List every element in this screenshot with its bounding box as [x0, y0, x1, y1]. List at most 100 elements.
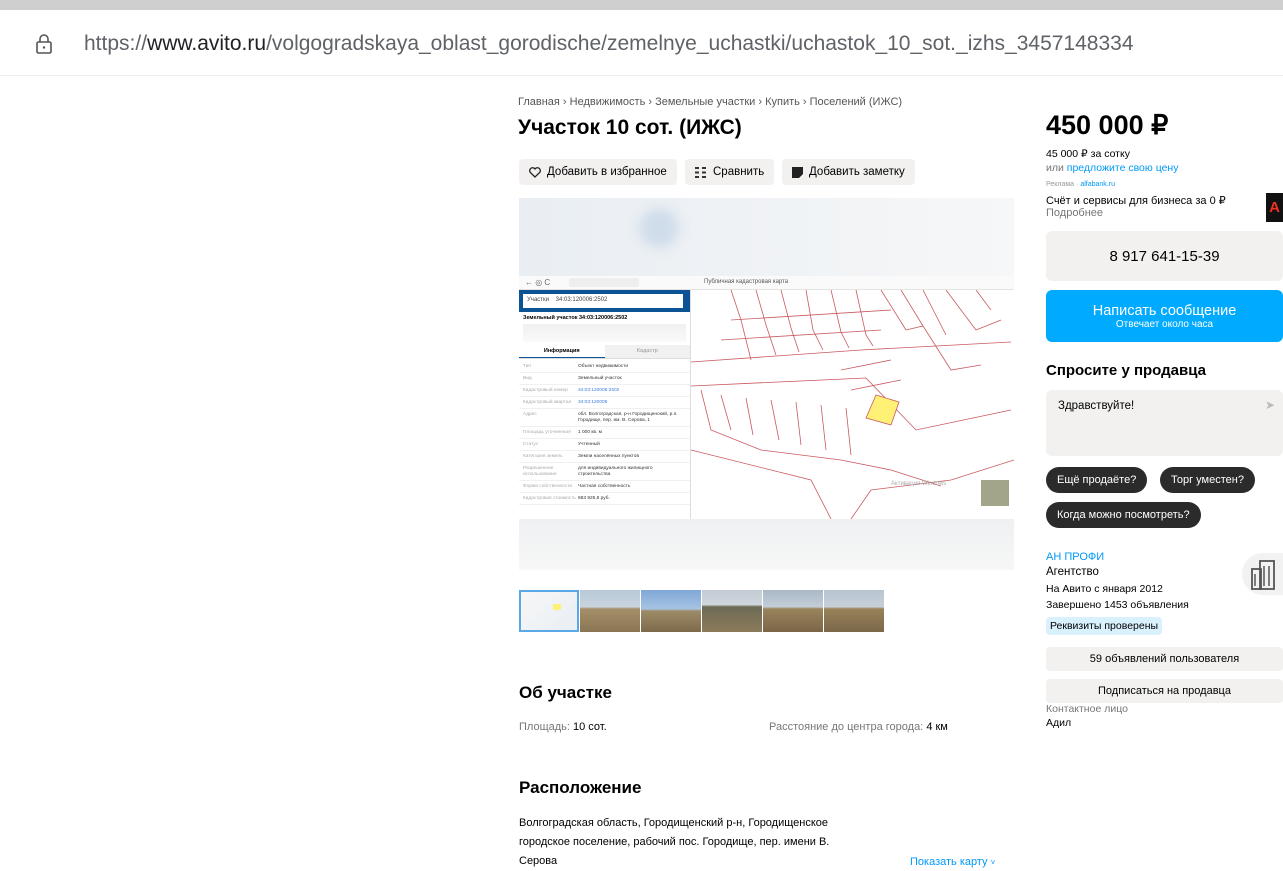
parcel-info-key: Кадастровый квартал [523, 399, 572, 405]
show-map-link[interactable]: Показать карту ˅ [910, 856, 995, 868]
page-title: Участок 10 сот. (ИЖС) [518, 116, 742, 139]
ad-text[interactable]: Счёт и сервисы для бизнеса за 0 ₽ [1046, 194, 1226, 207]
parcel-info-row: Кадастровый номер 34:03:120006:2502 [519, 385, 690, 397]
windows-watermark: Активация Windows [891, 481, 946, 487]
parcel-info-row: Форма собственности Частная собственность [519, 481, 690, 493]
browser-top-strip [0, 0, 1283, 10]
ask-seller-input[interactable]: Здравствуйте! ➤ [1046, 390, 1283, 456]
location-address: Волгоградская область, Городищенский р-н… [519, 817, 830, 867]
area-spec: Площадь: 10 сот. [519, 721, 607, 733]
about-heading: Об участке [519, 683, 612, 702]
building-icon [1251, 560, 1275, 590]
parcel-info-value: обл. Волгоградская, р-н Городищенский, р… [578, 411, 678, 423]
price-per-sotka: 45 000 ₽ за сотку [1046, 148, 1130, 160]
thumbnail-field-5[interactable] [824, 590, 884, 632]
parcel-info-row: Тип Объект недвижимости [519, 361, 690, 373]
address-bar[interactable]: https://www.avito.ru/volgogradskaya_obla… [0, 10, 1283, 76]
location-heading: Расположение [519, 778, 642, 797]
parcel-info-row: Адрес обл. Волгоградская, р-н Городищенск… [519, 409, 690, 427]
offer-price-line: или предложите свою цену [1046, 162, 1179, 174]
parcel-title: Земельный участок 34:03:120006:2502 [523, 315, 628, 321]
add-favorite-label: Добавить в избранное [547, 166, 667, 178]
thumbnail-map[interactable] [519, 590, 579, 632]
reply-time-label: Отвечает около часа [1115, 318, 1214, 330]
parcel-info-value: Объект недвижимости [578, 363, 629, 369]
lock-icon [36, 34, 52, 54]
map-search-bar: Участки 34:03:120006:2502 [519, 290, 690, 312]
parcel-info-key: Вид [523, 375, 532, 381]
parcel-info-panel: Участки 34:03:120006:2502 Земельный учас… [519, 290, 691, 519]
parcel-info-key: Форма собственности [523, 483, 573, 489]
write-message-label: Написать сообщение [1092, 302, 1237, 319]
thumbnail-strip [519, 590, 884, 632]
parcel-info-value: 1 000 кв. м [578, 429, 602, 435]
seller-type: Агентство [1046, 566, 1099, 578]
parcel-info-key: Тип [523, 363, 531, 369]
add-note-button[interactable]: Добавить заметку [782, 159, 915, 185]
parcel-info-value: 34:03:120006 [578, 399, 608, 405]
contact-person-name: Адил [1046, 717, 1072, 729]
parcel-info-row: Вид Земельный участок [519, 373, 690, 385]
ad-label: Реклама · alfabank.ru [1046, 181, 1115, 188]
parcel-info-value: Земельный участок [578, 375, 622, 381]
photo-blur-top [519, 198, 1014, 276]
parcel-info-value: 34:03:120006:2502 [578, 387, 620, 393]
map-window-title: Публичная кадастровая карта [704, 279, 789, 285]
seller-since: На Авито с января 2012 [1046, 583, 1163, 595]
thumbnail-field-3[interactable] [702, 590, 762, 632]
offer-price-link[interactable]: предложите свою цену [1067, 162, 1179, 174]
parcel-info-key: Кадастровый номер [523, 387, 568, 393]
tab-info: Информация [519, 345, 605, 358]
tab-rights: Кадастр [604, 345, 690, 358]
parcel-info-row: Категория земель Земли населённых пунктов [519, 451, 690, 463]
note-icon [792, 166, 803, 178]
compare-label: Сравнить [713, 166, 765, 178]
breadcrumb[interactable]: Главная › Недвижимость › Земельные участ… [518, 96, 902, 108]
parcel-info-row: Кадастровый квартал 34:03:120006 [519, 397, 690, 409]
chevron-down-icon: ˅ [990, 858, 996, 867]
compare-button[interactable]: Сравнить [685, 159, 775, 185]
add-favorite-button[interactable]: Добавить в избранное [519, 159, 677, 185]
seller-avatar[interactable] [1242, 553, 1283, 595]
show-phone-button[interactable]: 8 917 641-15-39 [1046, 231, 1283, 281]
parcel-info-key: Статус [523, 441, 539, 447]
heart-icon [529, 166, 541, 178]
map-window-header: ← ◎ C Публичная кадастровая карта [519, 276, 1014, 290]
seller-name-link[interactable]: АН ПРОФИ [1046, 551, 1104, 563]
thumbnail-field-2[interactable] [641, 590, 701, 632]
main-photo[interactable]: ← ◎ C Публичная кадастровая карта Участк… [519, 198, 1014, 570]
parcel-info-rows: Тип Объект недвижимости Вид Земельный участ… [519, 361, 690, 505]
parcel-info-key: Площадь уточненная [523, 429, 571, 435]
url-text[interactable]: https://www.avito.ru/volgogradskaya_obla… [84, 32, 1134, 56]
parcel-info-key: Адрес [523, 411, 537, 417]
subscribe-seller-button[interactable]: Подписаться на продавца [1046, 679, 1283, 703]
contact-person-label: Контактное лицо [1046, 703, 1128, 715]
ad-more-link[interactable]: Подробнее [1046, 207, 1103, 219]
distance-spec: Расстояние до центра города: 4 км [769, 721, 948, 733]
parcel-info-value: для индивидуального жилищного строительс… [578, 465, 653, 477]
quick-question-chip-1[interactable]: Ещё продаёте? [1046, 467, 1148, 493]
cadastral-map: Активация Windows [691, 290, 1014, 519]
thumbnail-field-4[interactable] [763, 590, 823, 632]
parcel-info-row: Площадь уточненная 1 000 кв. м [519, 427, 690, 439]
user-ads-button[interactable]: 59 объявлений пользователя [1046, 647, 1283, 671]
verified-badge: Реквизиты проверены [1046, 617, 1163, 635]
quick-question-chip-3[interactable]: Когда можно посмотреть? [1046, 502, 1201, 528]
write-message-button[interactable]: Написать сообщение Отвечает около часа [1046, 290, 1283, 342]
price: 450 000 ₽ [1046, 110, 1169, 140]
thumbnail-field-1[interactable] [580, 590, 640, 632]
add-note-label: Добавить заметку [809, 166, 905, 178]
photo-blur-bottom [519, 519, 1014, 570]
quick-question-chip-2[interactable]: Торг уместен? [1160, 467, 1255, 493]
parcel-info-value: Земли населённых пунктов [578, 453, 639, 459]
parcel-info-key: Разрешенное использование [523, 465, 557, 477]
send-arrow-icon[interactable]: ➤ [1265, 398, 1275, 412]
ask-seller-heading: Спросите у продавца [1046, 362, 1206, 379]
parcel-info-row: Кадастровая стоимость 683 925,8 руб. [519, 493, 690, 505]
parcel-info-value: Частная собственность [578, 483, 631, 489]
ask-seller-text: Здравствуйте! [1058, 400, 1135, 412]
parcel-info-value: 683 925,8 руб. [578, 495, 610, 501]
compare-icon [695, 166, 706, 178]
parcel-info-key: Категория земель [523, 453, 563, 459]
parcel-info-row: Статус Учтенный [519, 439, 690, 451]
